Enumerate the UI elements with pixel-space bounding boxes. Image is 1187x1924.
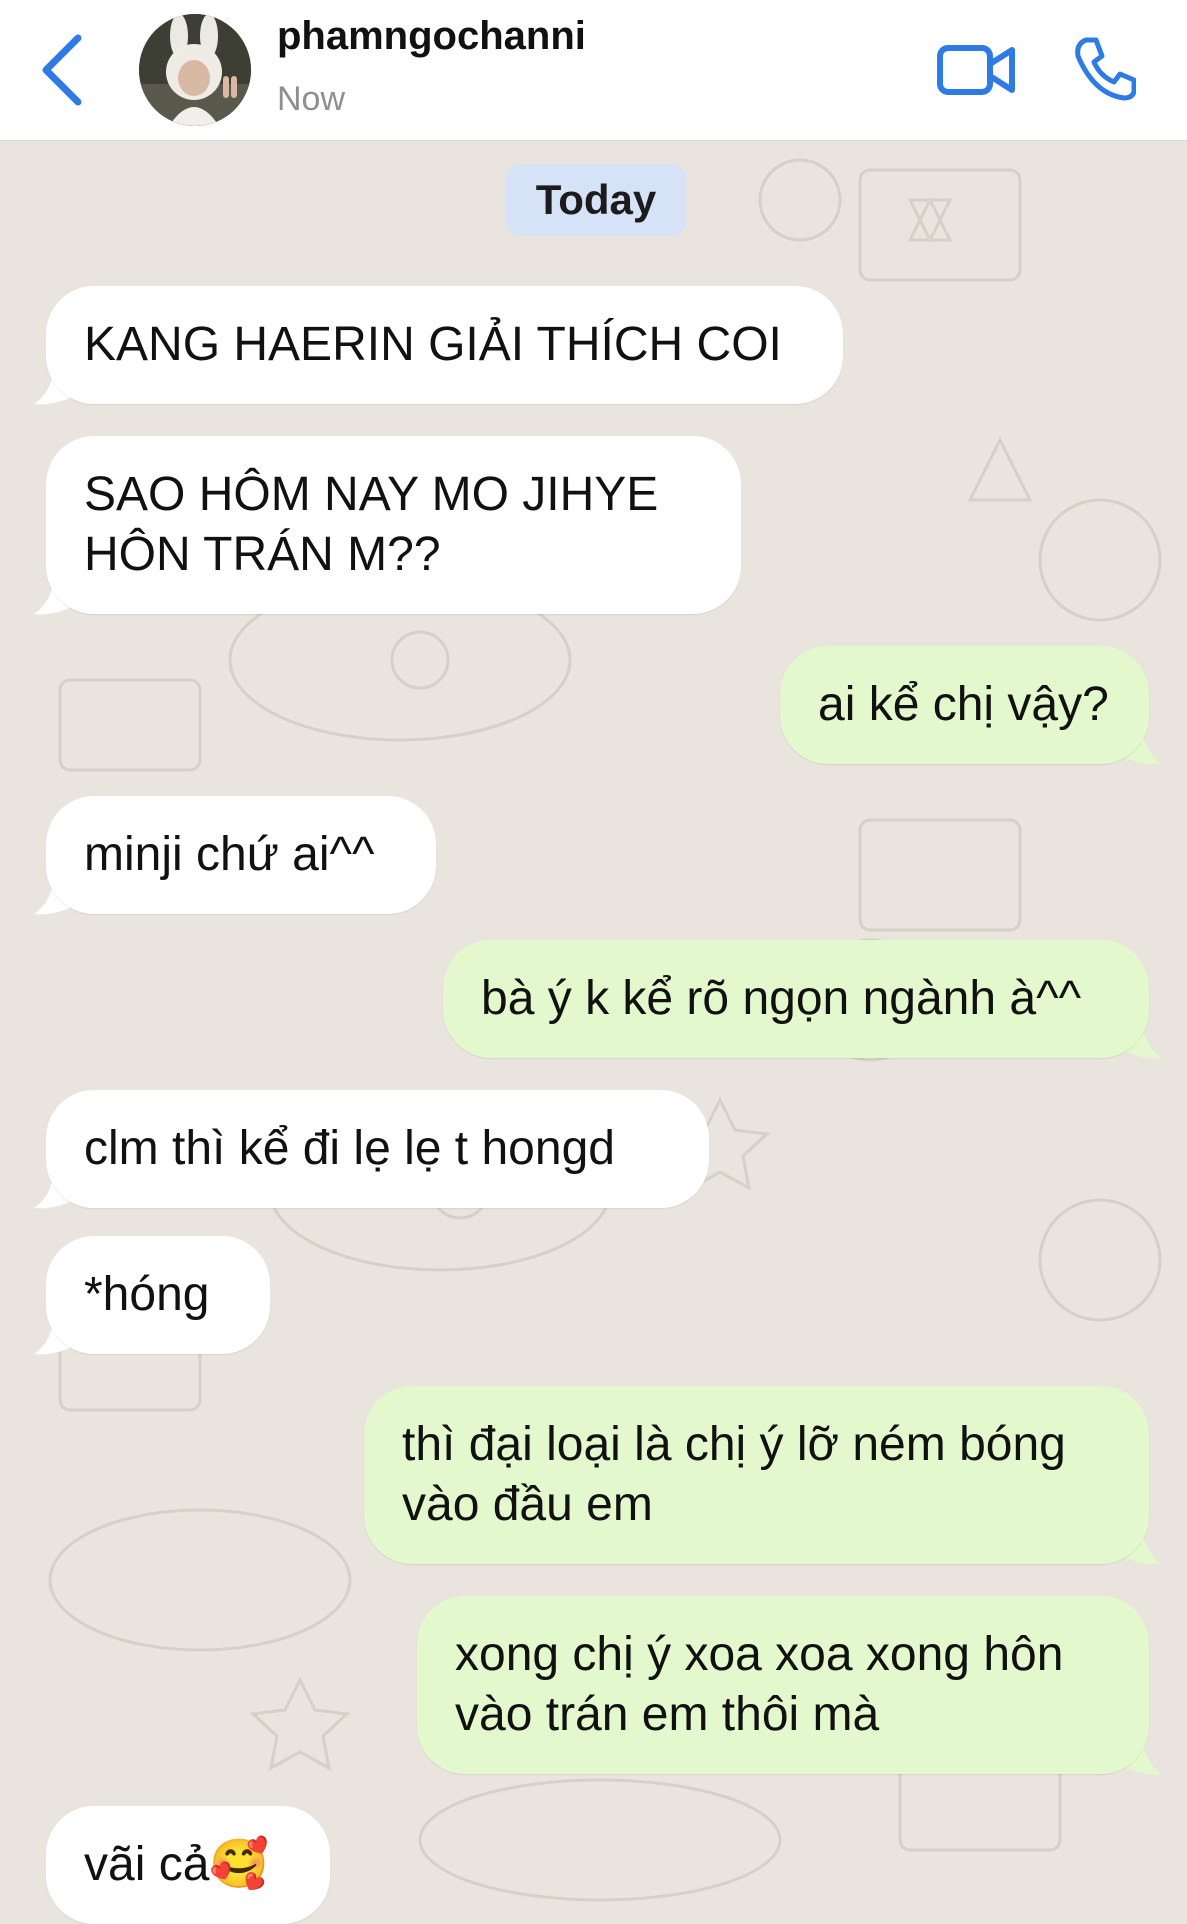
contact-name[interactable]: phamngochanni [277, 14, 586, 59]
avatar[interactable] [139, 14, 251, 126]
message-text: ai kể chị vậy? [818, 678, 1109, 731]
outgoing-message[interactable]: ai kể chị vậy? [780, 646, 1149, 764]
message-text: clm thì kể đi lẹ lẹ t hongd [84, 1122, 615, 1175]
outgoing-message[interactable]: xong chị ý xoa xoa xong hôn vào trán em … [417, 1596, 1149, 1774]
message-text: KANG HAERIN GIẢI THÍCH COI [84, 318, 782, 371]
outgoing-message[interactable]: bà ý k kể rõ ngọn ngành à^^ [443, 940, 1149, 1058]
incoming-message[interactable]: *hóng [46, 1236, 270, 1354]
message-text: xong chị ý xoa xoa xong hôn vào trán em … [455, 1628, 1064, 1741]
chat-header: phamngochanni Now [0, 0, 1187, 141]
message-text: vãi cả🥰 [84, 1838, 270, 1891]
message-text: *hóng [84, 1268, 210, 1321]
message-text: thì đại loại là chị ý lỡ ném bóng vào đầ… [402, 1418, 1066, 1531]
incoming-message[interactable]: KANG HAERIN GIẢI THÍCH COI [46, 286, 843, 404]
outgoing-message[interactable]: thì đại loại là chị ý lỡ ném bóng vào đầ… [364, 1386, 1149, 1564]
chevron-left-icon[interactable] [34, 30, 94, 110]
incoming-message[interactable]: clm thì kể đi lẹ lẹ t hongd [46, 1090, 709, 1208]
date-separator: Today [506, 164, 686, 236]
phone-icon[interactable] [1072, 36, 1136, 102]
message-text: bà ý k kể rõ ngọn ngành à^^ [481, 972, 1082, 1025]
incoming-message[interactable]: SAO HÔM NAY MO JIHYE HÔN TRÁN M?? [46, 436, 741, 614]
contact-status: Now [277, 80, 346, 118]
incoming-message[interactable]: vãi cả🥰 [46, 1806, 330, 1924]
avatar-image [139, 14, 251, 126]
video-camera-icon[interactable] [936, 42, 1016, 98]
incoming-message[interactable]: minji chứ ai^^ [46, 796, 436, 914]
message-text: minji chứ ai^^ [84, 828, 375, 881]
message-text: SAO HÔM NAY MO JIHYE HÔN TRÁN M?? [84, 468, 659, 581]
